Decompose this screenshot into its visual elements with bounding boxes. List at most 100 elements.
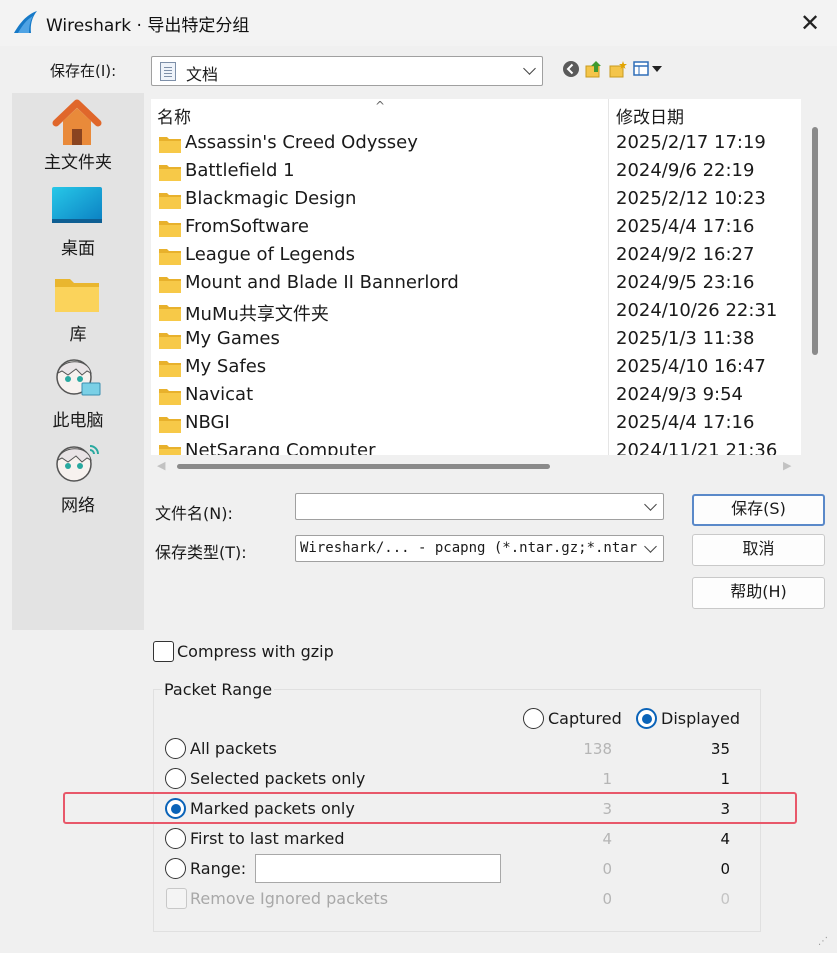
compress-label: Compress with gzip [177,642,334,661]
desktop-icon [52,187,102,223]
range-label: Range: [190,859,247,878]
folder-icon [159,193,181,209]
all-packets-displayed: 35 [710,740,730,758]
folder-icon [159,361,181,377]
first-to-last-radio[interactable] [165,828,186,849]
column-header-modified[interactable]: 修改日期 [616,103,684,128]
library-folder-icon [55,279,99,312]
place-label: 网络 [61,496,95,516]
places-sidebar: 主文件夹 桌面 库 此电脑 网络 [12,93,144,630]
file-name: My Games [185,328,280,349]
file-name-field[interactable] [295,493,664,520]
list-item[interactable]: MuMu共享文件夹 2024/10/26 22:31 [151,297,801,325]
this-pc-avatar-icon [56,359,101,396]
list-item[interactable]: NetSarang Computer 2024/11/21 21:36 [151,437,801,455]
list-item[interactable]: Assassin's Creed Odyssey 2025/2/17 17:19 [151,129,801,157]
save-in-value: 文档 [186,65,219,84]
compress-checkbox[interactable] [153,641,174,662]
folder-icon [159,249,181,265]
list-item[interactable]: Navicat 2024/9/3 9:54 [151,381,801,409]
resize-grip-icon[interactable]: ⋰ [818,936,828,947]
list-item[interactable]: Battlefield 1 2024/9/6 22:19 [151,157,801,185]
home-icon [52,99,102,145]
file-name: League of Legends [185,244,356,265]
remove-ignored-captured: 0 [602,890,612,908]
file-modified: 2024/9/2 16:27 [616,244,755,265]
folder-icon [159,417,181,433]
file-modified: 2024/9/6 22:19 [616,160,755,181]
save-button[interactable]: 保存(S) [692,494,825,526]
list-item[interactable]: League of Legends 2024/9/2 16:27 [151,241,801,269]
folder-icon [159,333,181,349]
list-item[interactable]: Mount and Blade II Bannerlord 2024/9/5 23… [151,269,801,297]
folder-icon [159,389,181,405]
chevron-down-icon[interactable] [644,498,657,511]
file-type-value: Wireshark/... - pcapng (*.ntar.gz;*.ntar… [300,540,663,556]
file-list[interactable]: ^ 名称 修改日期 Assassin's Creed Odyssey 2025/2… [151,99,801,455]
vertical-scroll-thumb[interactable] [812,127,818,355]
folder-icon [159,277,181,293]
list-item[interactable]: NBGI 2025/4/4 17:16 [151,409,801,437]
file-name: Blackmagic Design [185,188,357,209]
all-packets-captured: 138 [583,740,612,758]
cancel-button[interactable]: 取消 [692,534,825,566]
place-desktop[interactable]: 桌面 [12,179,144,259]
place-network[interactable]: 网络 [12,436,144,516]
file-modified: 2025/4/4 17:16 [616,216,755,237]
selected-packets-label: Selected packets only [190,769,366,788]
new-folder-icon[interactable] [609,60,627,78]
vertical-scrollbar[interactable] [808,99,822,455]
scroll-right-icon[interactable]: ▶ [783,459,791,472]
highlight-annotation [63,792,797,824]
file-modified: 2025/4/4 17:16 [616,412,755,433]
selected-packets-captured: 1 [602,770,612,788]
save-in-combo[interactable]: 文档 [151,56,543,86]
close-button[interactable]: ✕ [790,6,830,40]
place-label: 此电脑 [52,411,104,431]
wireshark-fin-icon [14,11,37,33]
file-modified: 2024/11/21 21:36 [616,440,778,455]
packet-range-title: Packet Range [162,680,275,699]
file-name: MuMu共享文件夹 [185,304,329,325]
file-name: Battlefield 1 [185,160,295,181]
remove-ignored-displayed: 0 [720,890,730,908]
selected-packets-radio[interactable] [165,768,186,789]
range-radio[interactable] [165,858,186,879]
horizontal-scrollbar[interactable]: ◀ ▶ [151,458,801,474]
file-modified: 2024/9/3 9:54 [616,384,743,405]
list-item[interactable]: Blackmagic Design 2025/2/12 10:23 [151,185,801,213]
list-item[interactable]: FromSoftware 2025/4/4 17:16 [151,213,801,241]
network-avatar-icon [56,445,99,482]
file-name: Assassin's Creed Odyssey [185,132,418,153]
list-item[interactable]: My Games 2025/1/3 11:38 [151,325,801,353]
place-label: 主文件夹 [44,153,112,173]
file-modified: 2024/9/5 23:16 [616,272,755,293]
first-to-last-displayed: 4 [720,830,730,848]
place-label: 桌面 [61,239,95,259]
back-arrow-icon[interactable] [562,60,580,78]
folder-icon [159,305,181,321]
place-this-pc[interactable]: 此电脑 [12,351,144,431]
all-packets-radio[interactable] [165,738,186,759]
horizontal-scroll-thumb[interactable] [177,464,550,469]
selected-packets-displayed: 1 [720,770,730,788]
help-button[interactable]: 帮助(H) [692,577,825,609]
remove-ignored-checkbox[interactable] [166,888,187,909]
list-item[interactable]: My Safes 2025/4/10 16:47 [151,353,801,381]
captured-radio[interactable] [523,708,544,729]
file-modified: 2025/4/10 16:47 [616,356,766,377]
file-modified: 2025/2/17 17:19 [616,132,766,153]
place-library[interactable]: 库 [12,265,144,345]
scroll-left-icon[interactable]: ◀ [157,459,165,472]
view-menu-icon[interactable] [633,60,663,78]
file-modified: 2025/2/12 10:23 [616,188,766,209]
file-type-select[interactable]: Wireshark/... - pcapng (*.ntar.gz;*.ntar… [295,535,664,562]
file-name-label: 文件名(N): [155,504,233,523]
file-name: Mount and Blade II Bannerlord [185,272,459,293]
displayed-radio[interactable] [636,708,657,729]
up-folder-icon[interactable] [585,60,603,78]
window-title: Wireshark · 导出特定分组 [46,16,250,36]
range-input[interactable] [255,854,501,883]
place-home[interactable]: 主文件夹 [12,93,144,173]
column-header-name[interactable]: 名称 [157,103,191,128]
